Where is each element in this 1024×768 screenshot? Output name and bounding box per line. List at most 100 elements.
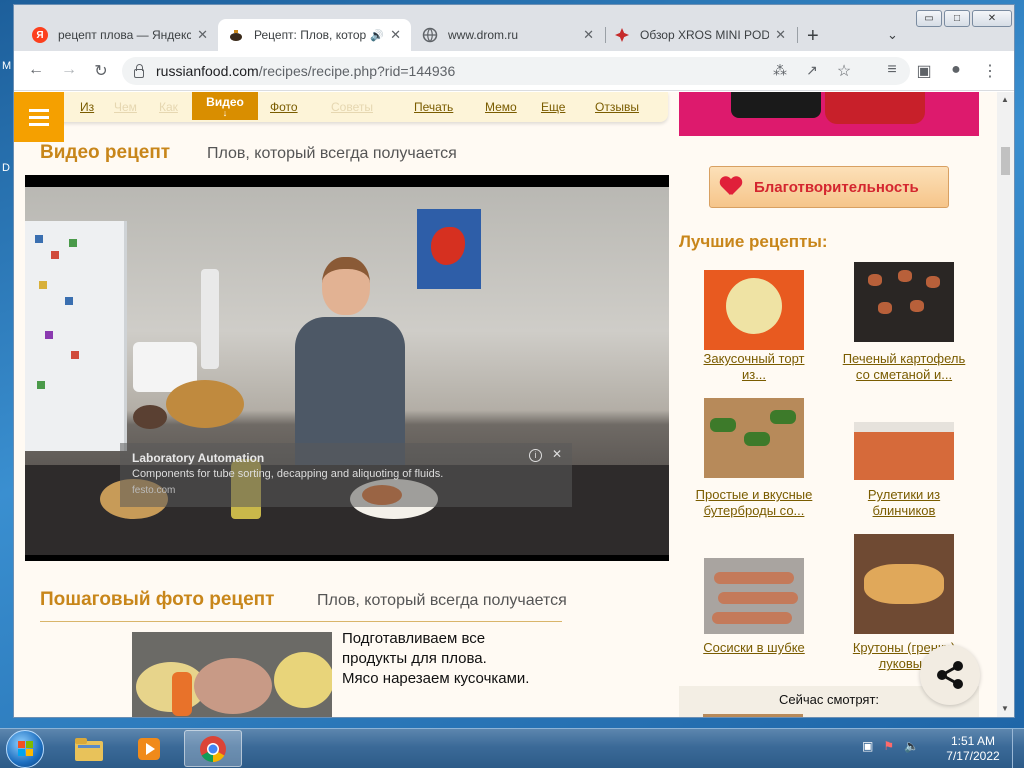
now-watching-thumbnail[interactable] bbox=[703, 714, 803, 717]
url-host: russianfood.com bbox=[156, 63, 259, 79]
tab-yandex[interactable]: Я рецепт плова — Яндекс ✕ bbox=[22, 19, 218, 51]
recipe-photo[interactable] bbox=[704, 558, 804, 634]
browser-toolbar: ← → ↻ russianfood.com /recipes/recipe.ph… bbox=[14, 51, 1014, 91]
side-panel-icon[interactable]: ▣ bbox=[914, 61, 934, 81]
promo-banner[interactable] bbox=[679, 92, 979, 136]
tab-search-chevron-icon[interactable]: ⌄ bbox=[887, 27, 898, 43]
nav-item-how[interactable]: Как bbox=[159, 100, 178, 114]
show-desktop-button[interactable] bbox=[1012, 729, 1024, 768]
ad-info-icon[interactable]: i bbox=[529, 449, 542, 462]
taskbar-media-player[interactable] bbox=[120, 730, 178, 767]
nav-item-ingredients[interactable]: Из bbox=[80, 100, 94, 114]
flag-icon[interactable]: ⚑ bbox=[883, 739, 894, 753]
ad-close-icon[interactable]: ✕ bbox=[552, 447, 562, 461]
step-photo[interactable] bbox=[132, 632, 332, 717]
browser-window: Я рецепт плова — Яндекс ✕ Рецепт: Плов, … bbox=[13, 4, 1015, 718]
share-button[interactable] bbox=[920, 645, 980, 705]
nav-item-reviews[interactable]: Отзывы bbox=[595, 100, 639, 114]
recipe-title-line: Закусочный торт bbox=[703, 351, 805, 366]
translate-icon[interactable]: ⁂ bbox=[770, 62, 790, 79]
scroll-up-arrow-icon[interactable]: ▲ bbox=[1001, 95, 1009, 104]
folder-icon bbox=[75, 737, 103, 761]
recipe-photo[interactable] bbox=[854, 422, 954, 480]
recipe-photo[interactable] bbox=[854, 534, 954, 634]
nav-item-photo[interactable]: Фото bbox=[270, 100, 298, 114]
video-section-title: Видео рецепт bbox=[40, 142, 171, 163]
video-section-subtitle: Плов, который всегда получается bbox=[207, 145, 457, 162]
reload-icon[interactable]: ↻ bbox=[91, 61, 111, 81]
tab-title: рецепт плова — Яндекс bbox=[58, 28, 192, 42]
lock-icon[interactable] bbox=[134, 63, 144, 78]
section-divider bbox=[40, 621, 562, 622]
recipe-photo[interactable] bbox=[704, 398, 804, 478]
maximize-button[interactable]: □ bbox=[944, 10, 970, 27]
page-scrollbar[interactable]: ▲ ▼ bbox=[997, 92, 1014, 717]
pumpkin-image bbox=[166, 380, 244, 428]
nav-item-more[interactable]: Еще bbox=[541, 100, 565, 114]
menu-kebab-icon[interactable]: ⋮ bbox=[980, 61, 1000, 81]
recipe-title-line: Простые и вкусные bbox=[695, 487, 813, 502]
forward-arrow-icon[interactable]: → bbox=[59, 61, 79, 79]
audio-playing-icon[interactable]: 🔊 bbox=[370, 29, 384, 42]
system-tray: ▣ ⚑ 🔈 bbox=[862, 739, 919, 753]
start-button[interactable] bbox=[6, 730, 44, 768]
scroll-down-arrow-icon[interactable]: ▼ bbox=[1001, 704, 1009, 713]
dispenser-image bbox=[201, 269, 219, 369]
ad-description: Components for tube sorting, decapping a… bbox=[132, 468, 444, 480]
video-ad-overlay[interactable]: Laboratory Automation Components for tub… bbox=[120, 443, 572, 507]
recipe-link[interactable]: Печеный картофель со сметаной и... bbox=[829, 351, 979, 383]
clock[interactable]: 1:51 AM 7/17/2022 bbox=[940, 734, 1006, 764]
step-text-line: Мясо нарезаем кусочками. bbox=[342, 670, 530, 687]
globe-favicon-icon bbox=[422, 27, 438, 43]
url-path: /recipes/recipe.php?rid=144936 bbox=[258, 63, 456, 79]
charity-button[interactable]: Благотворительность bbox=[709, 166, 949, 208]
media-player-icon bbox=[138, 737, 160, 760]
address-bar[interactable]: russianfood.com /recipes/recipe.php?rid=… bbox=[122, 57, 910, 85]
recipe-link[interactable]: Рулетики из блинчиков bbox=[829, 487, 979, 519]
recipe-link[interactable]: Сосиски в шубке bbox=[679, 640, 829, 656]
nav-item-serve[interactable]: Чем bbox=[114, 100, 137, 114]
bookmark-star-icon[interactable]: ☆ bbox=[834, 61, 854, 81]
share-page-icon[interactable]: ↗ bbox=[802, 62, 822, 79]
tab-title: Обзор XROS MINI POD bbox=[640, 28, 770, 42]
profile-avatar-icon[interactable]: ● bbox=[946, 61, 966, 79]
recipe-photo[interactable] bbox=[854, 262, 954, 342]
windows-logo-icon bbox=[18, 741, 34, 757]
tab-russianfood[interactable]: Рецепт: Плов, который 🔊 ✕ bbox=[218, 19, 411, 51]
nav-item-video[interactable]: Видео ↓ bbox=[192, 92, 258, 120]
recipe-link[interactable]: Простые и вкусные бутерброды со... bbox=[679, 487, 829, 519]
taskbar-explorer[interactable] bbox=[60, 730, 118, 767]
close-tab-icon[interactable]: ✕ bbox=[775, 27, 786, 43]
tab-separator bbox=[797, 27, 798, 43]
close-tab-icon[interactable]: ✕ bbox=[583, 27, 594, 43]
video-player[interactable]: Laboratory Automation Components for tub… bbox=[25, 175, 669, 561]
hamburger-menu-button[interactable] bbox=[14, 92, 64, 142]
media-control-icon[interactable]: ≡ bbox=[882, 61, 902, 79]
close-tab-icon[interactable]: ✕ bbox=[390, 27, 401, 43]
volume-icon[interactable]: 🔈 bbox=[904, 739, 919, 753]
nav-item-print[interactable]: Печать bbox=[414, 100, 453, 114]
recipe-photo[interactable] bbox=[704, 270, 804, 350]
menu-bar-icon bbox=[29, 122, 49, 126]
back-arrow-icon[interactable]: ← bbox=[26, 61, 46, 79]
network-icon[interactable]: ▣ bbox=[862, 739, 873, 753]
nav-item-tips[interactable]: Советы bbox=[331, 100, 373, 114]
close-window-button[interactable]: ✕ bbox=[972, 10, 1012, 27]
scrollbar-thumb[interactable] bbox=[1001, 147, 1010, 175]
page-viewport: Из Чем Как Видео ↓ Фото Советы Печать Ме… bbox=[14, 92, 997, 717]
share-icon bbox=[937, 661, 963, 689]
recipe-link[interactable]: Закусочный торт из... bbox=[679, 351, 829, 383]
recipe-title-line: со сметаной и... bbox=[855, 367, 953, 382]
step-description: Подготавливаем все продукты для плова. М… bbox=[342, 629, 602, 689]
nav-item-memo[interactable]: Мемо bbox=[485, 100, 517, 114]
tab-title: Рецепт: Плов, который bbox=[254, 28, 367, 42]
tab-xros[interactable]: Обзор XROS MINI POD ✕ bbox=[604, 19, 796, 51]
photo-section-title: Пошаговый фото рецепт bbox=[40, 589, 275, 610]
minimize-button[interactable]: ▭ bbox=[916, 10, 942, 27]
tab-drom[interactable]: www.drom.ru ✕ bbox=[412, 19, 604, 51]
close-tab-icon[interactable]: ✕ bbox=[197, 27, 208, 43]
taskbar-chrome[interactable] bbox=[184, 730, 242, 767]
charity-label: Благотворительность bbox=[754, 178, 919, 196]
new-tab-button[interactable]: + bbox=[807, 25, 819, 48]
chrome-icon bbox=[200, 735, 226, 762]
